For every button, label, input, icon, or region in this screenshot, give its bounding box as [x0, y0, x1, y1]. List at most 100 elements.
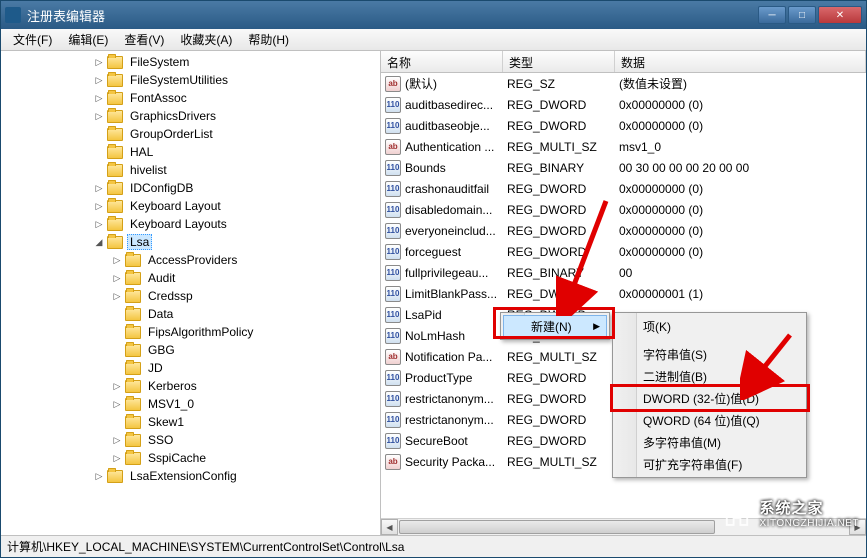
tree-expander-icon[interactable]: ▷	[93, 56, 105, 68]
list-row[interactable]: abAuthentication ...REG_MULTI_SZmsv1_0	[381, 136, 866, 157]
menu-edit[interactable]: 编辑(E)	[60, 29, 116, 50]
context-item-key[interactable]: 项(K)	[615, 315, 804, 337]
tree-label[interactable]: GBG	[145, 342, 178, 358]
tree-expander-icon[interactable]: ▷	[93, 110, 105, 122]
tree-label[interactable]: HAL	[127, 144, 156, 160]
tree-node[interactable]: ▷ AccessProviders	[3, 251, 378, 269]
menu-favorites[interactable]: 收藏夹(A)	[172, 29, 240, 50]
list-row[interactable]: 110LimitBlankPass...REG_DWORD0x00000001 …	[381, 283, 866, 304]
scroll-right-button[interactable]: ▶	[849, 519, 866, 535]
context-item-string[interactable]: 字符串值(S)	[615, 343, 804, 365]
tree-label[interactable]: GraphicsDrivers	[127, 108, 219, 124]
tree-node[interactable]: ▷ Kerberos	[3, 377, 378, 395]
tree-expander-icon[interactable]: ▷	[93, 470, 105, 482]
tree-node[interactable]: ◢ Lsa	[3, 233, 378, 251]
tree-expander-icon[interactable]: ▷	[111, 452, 123, 464]
tree-label[interactable]: MSV1_0	[145, 396, 197, 412]
tree-expander-icon[interactable]: ▷	[93, 182, 105, 194]
list-row[interactable]: 110crashonauditfailREG_DWORD0x00000000 (…	[381, 178, 866, 199]
tree-label[interactable]: Keyboard Layout	[127, 198, 224, 214]
tree-expander-icon[interactable]: ▷	[111, 398, 123, 410]
tree-label[interactable]: Audit	[145, 270, 178, 286]
menu-view[interactable]: 查看(V)	[116, 29, 172, 50]
tree-node[interactable]: JD	[3, 359, 378, 377]
close-button[interactable]: ✕	[818, 6, 862, 24]
list-row[interactable]: 110auditbaseobje...REG_DWORD0x00000000 (…	[381, 115, 866, 136]
titlebar[interactable]: 注册表编辑器 ─ □ ✕	[1, 1, 866, 29]
tree-node[interactable]: ▷ IDConfigDB	[3, 179, 378, 197]
tree-label[interactable]: SspiCache	[145, 450, 209, 466]
context-submenu-new[interactable]: 项(K) 字符串值(S) 二进制值(B) DWORD (32-位)值(D) QW…	[612, 312, 807, 478]
tree-scroll[interactable]: ▷ FileSystem ▷ FileSystemUtilities ▷ FontAsso…	[1, 51, 380, 535]
context-menu-main[interactable]: 新建(N) ▶	[500, 312, 610, 340]
tree-label[interactable]: FileSystem	[127, 54, 192, 70]
tree-node[interactable]: ▷ Keyboard Layout	[3, 197, 378, 215]
tree-node[interactable]: ▷ FileSystemUtilities	[3, 71, 378, 89]
tree-node[interactable]: ▷ GraphicsDrivers	[3, 107, 378, 125]
list-horizontal-scrollbar[interactable]: ◀ ▶	[381, 518, 866, 535]
tree-node[interactable]: ▷ Audit	[3, 269, 378, 287]
context-item-binary[interactable]: 二进制值(B)	[615, 365, 804, 387]
col-type[interactable]: 类型	[503, 51, 615, 72]
tree-expander-icon[interactable]: ▷	[111, 290, 123, 302]
tree-label[interactable]: FipsAlgorithmPolicy	[145, 324, 256, 340]
tree-node[interactable]: ▷ Keyboard Layouts	[3, 215, 378, 233]
tree-node[interactable]: ▷ MSV1_0	[3, 395, 378, 413]
tree-node[interactable]: ▷ LsaExtensionConfig	[3, 467, 378, 485]
tree-label[interactable]: IDConfigDB	[127, 180, 196, 196]
menu-help[interactable]: 帮助(H)	[240, 29, 297, 50]
tree-label[interactable]: Keyboard Layouts	[127, 216, 230, 232]
list-row[interactable]: 110fullprivilegeau...REG_BINARY00	[381, 262, 866, 283]
context-item-dword[interactable]: DWORD (32-位)值(D)	[615, 387, 804, 409]
tree-expander-icon[interactable]: ▷	[93, 200, 105, 212]
tree-node[interactable]: hivelist	[3, 161, 378, 179]
tree-label[interactable]: Skew1	[145, 414, 187, 430]
scroll-thumb[interactable]	[399, 520, 715, 534]
tree-label[interactable]: Credssp	[145, 288, 196, 304]
maximize-button[interactable]: □	[788, 6, 816, 24]
tree-node[interactable]: ▷ FileSystem	[3, 53, 378, 71]
scroll-left-button[interactable]: ◀	[381, 519, 398, 535]
tree-label[interactable]: GroupOrderList	[127, 126, 216, 142]
tree-expander-icon[interactable]: ▷	[111, 254, 123, 266]
list-row[interactable]: 110BoundsREG_BINARY00 30 00 00 00 20 00 …	[381, 157, 866, 178]
tree-label[interactable]: hivelist	[127, 162, 170, 178]
tree-expander-icon[interactable]: ▷	[111, 434, 123, 446]
tree-label[interactable]: FontAssoc	[127, 90, 190, 106]
tree-label[interactable]: JD	[145, 360, 166, 376]
tree-expander-icon[interactable]: ▷	[111, 380, 123, 392]
list-row[interactable]: 110everyoneinclud...REG_DWORD0x00000000 …	[381, 220, 866, 241]
tree-node[interactable]: ▷ SspiCache	[3, 449, 378, 467]
tree-label[interactable]: LsaExtensionConfig	[127, 468, 240, 484]
context-item-expandstring[interactable]: 可扩充字符串值(F)	[615, 453, 804, 475]
list-row[interactable]: 110disabledomain...REG_DWORD0x00000000 (…	[381, 199, 866, 220]
tree-node[interactable]: Skew1	[3, 413, 378, 431]
col-name[interactable]: 名称	[381, 51, 503, 72]
list-row[interactable]: 110auditbasedirec...REG_DWORD0x00000000 …	[381, 94, 866, 115]
tree-node[interactable]: GroupOrderList	[3, 125, 378, 143]
tree-node[interactable]: FipsAlgorithmPolicy	[3, 323, 378, 341]
tree-label[interactable]: SSO	[145, 432, 176, 448]
tree-expander-icon[interactable]: ▷	[93, 92, 105, 104]
context-item-qword[interactable]: QWORD (64 位)值(Q)	[615, 409, 804, 431]
context-item-multistring[interactable]: 多字符串值(M)	[615, 431, 804, 453]
list-row[interactable]: ab(默认)REG_SZ(数值未设置)	[381, 73, 866, 94]
tree-node[interactable]: ▷ Credssp	[3, 287, 378, 305]
col-data[interactable]: 数据	[615, 51, 866, 72]
context-item-new[interactable]: 新建(N) ▶	[503, 315, 607, 337]
tree-label[interactable]: Kerberos	[145, 378, 200, 394]
tree-expander-icon[interactable]: ▷	[93, 74, 105, 86]
tree-node[interactable]: ▷ SSO	[3, 431, 378, 449]
list-row[interactable]: 110forceguestREG_DWORD0x00000000 (0)	[381, 241, 866, 262]
tree-node[interactable]: ▷ FontAssoc	[3, 89, 378, 107]
menu-file[interactable]: 文件(F)	[5, 29, 60, 50]
tree-label[interactable]: Lsa	[127, 234, 152, 250]
tree-node[interactable]: Data	[3, 305, 378, 323]
tree-expander-icon[interactable]: ▷	[111, 272, 123, 284]
tree-label[interactable]: AccessProviders	[145, 252, 240, 268]
scroll-track[interactable]	[398, 519, 849, 535]
tree-label[interactable]: FileSystemUtilities	[127, 72, 231, 88]
tree-expander-icon[interactable]: ◢	[93, 236, 105, 248]
tree-expander-icon[interactable]: ▷	[93, 218, 105, 230]
tree-label[interactable]: Data	[145, 306, 176, 322]
